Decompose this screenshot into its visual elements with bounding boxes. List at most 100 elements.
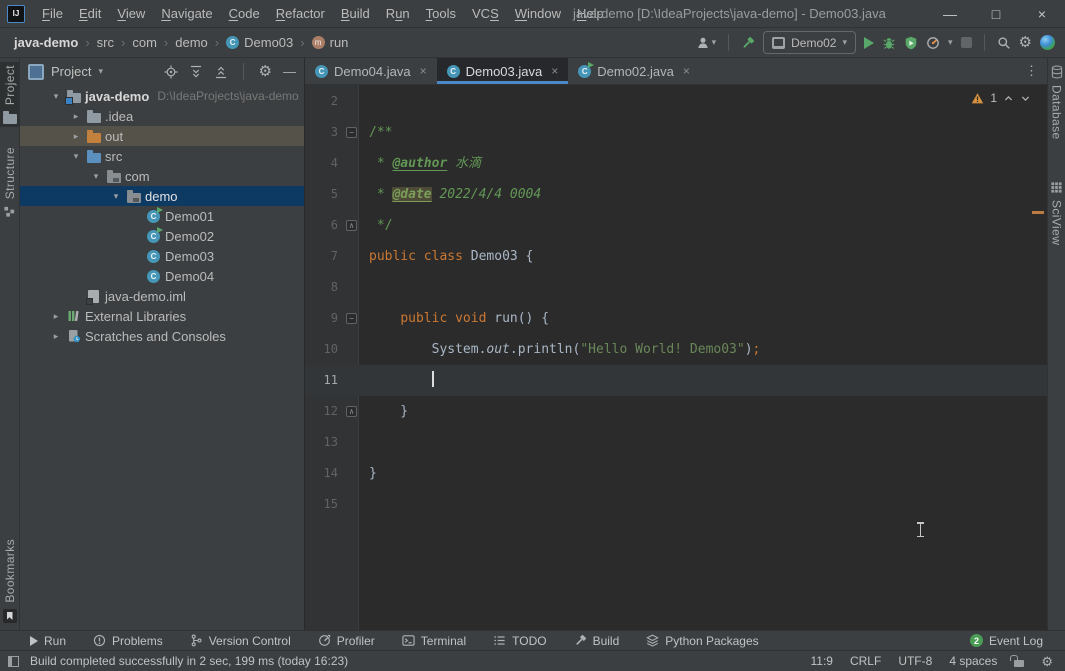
menu-code[interactable]: Code	[221, 0, 268, 27]
line-number[interactable]: 11	[305, 365, 338, 396]
settings-icon[interactable]: ⚙	[1019, 35, 1032, 50]
fold-end-icon[interactable]: ∧	[346, 220, 357, 231]
code-line-3[interactable]: 3− /**	[305, 117, 1047, 148]
tree-item-out[interactable]: ▸ out	[20, 126, 304, 146]
code-line-6[interactable]: 6 ∧ */	[305, 210, 1047, 241]
toggle-toolwindows-icon[interactable]	[8, 655, 19, 667]
updates-icon[interactable]	[1040, 35, 1055, 50]
tree-chevron-icon[interactable]: ▸	[68, 131, 84, 142]
tree-item-demo02[interactable]: C Demo02	[20, 226, 304, 246]
code-line-7[interactable]: 7 public class Demo03 {	[305, 241, 1047, 272]
line-number[interactable]: 4	[305, 148, 338, 179]
tree-chevron-icon[interactable]: ▾	[48, 91, 64, 102]
debug-icon[interactable]	[882, 36, 896, 50]
tree-chevron-icon[interactable]: ▾	[88, 171, 104, 182]
code-line-14[interactable]: 14}	[305, 458, 1047, 489]
fold-end-icon[interactable]: ∧	[346, 406, 357, 417]
code-line-9[interactable]: 9− public void run() {	[305, 303, 1047, 334]
line-number[interactable]: 3	[305, 117, 338, 148]
tree-item-demo03[interactable]: C Demo03	[20, 246, 304, 266]
expand-all-icon[interactable]	[189, 65, 203, 79]
hide-icon[interactable]: —	[283, 65, 296, 78]
menu-build[interactable]: Build	[333, 0, 378, 27]
menu-vcs[interactable]: VCS	[464, 0, 507, 27]
user-icon[interactable]: ▾	[696, 36, 716, 50]
line-number[interactable]: 5	[305, 179, 338, 210]
fold-collapse-icon[interactable]: −	[346, 313, 357, 324]
code-line-11[interactable]: 11	[305, 365, 1047, 396]
collapse-all-icon[interactable]	[214, 65, 228, 79]
tree-chevron-icon[interactable]: ▾	[68, 151, 84, 162]
breadcrumb-item-java-demo[interactable]: java-demo	[14, 35, 78, 50]
menu-window[interactable]: Window	[507, 0, 569, 27]
maximize-button[interactable]: □	[973, 0, 1019, 27]
menu-edit[interactable]: Edit	[71, 0, 109, 27]
stripe-tab-bookmarks[interactable]: Bookmarks	[0, 536, 19, 626]
tree-item-demo01[interactable]: C Demo01	[20, 206, 304, 226]
more-tabs-icon[interactable]: ⋮	[1016, 58, 1047, 84]
unlock-icon[interactable]	[1010, 655, 1025, 667]
fold-collapse-icon[interactable]: −	[346, 127, 357, 138]
caret-position[interactable]: 11:9	[811, 654, 833, 668]
tool-button-terminal[interactable]: Terminal	[402, 634, 466, 648]
tool-button-run[interactable]: Run	[30, 634, 66, 648]
close-tab-icon[interactable]: ×	[420, 64, 427, 78]
close-button[interactable]: ×	[1019, 0, 1065, 27]
code-line-12[interactable]: 12 ∧ }	[305, 396, 1047, 427]
tool-button-version-control[interactable]: Version Control	[190, 634, 291, 648]
tree-chevron-icon[interactable]: ▸	[48, 311, 64, 322]
editor-body[interactable]: 2 3−/** 4 * @author 水滴 5 * @date 2022/4/4 0…	[305, 85, 1047, 630]
line-number[interactable]: 13	[305, 427, 338, 458]
breadcrumb-item-demo03[interactable]: C Demo03	[226, 35, 293, 50]
tree-item-demo[interactable]: ▾ demo	[20, 186, 304, 206]
code-line-5[interactable]: 5 * @date 2022/4/4 0004	[305, 179, 1047, 210]
tool-button-python-packages[interactable]: Python Packages	[646, 634, 759, 648]
stripe-tab-structure[interactable]: Structure	[0, 144, 19, 221]
line-number[interactable]: 12	[305, 396, 338, 427]
tree-chevron-icon[interactable]: ▸	[48, 331, 64, 342]
code-line-15[interactable]: 15	[305, 489, 1047, 520]
stripe-tab-project[interactable]: Project	[0, 62, 19, 128]
tree-item-com[interactable]: ▾ com	[20, 166, 304, 186]
search-icon[interactable]	[997, 36, 1011, 50]
line-number[interactable]: 2	[305, 86, 338, 117]
stripe-tab-database[interactable]: Database	[1048, 62, 1065, 143]
tab-demo03-java[interactable]: C Demo03.java ×	[436, 58, 569, 84]
chevron-down-icon[interactable]: ▾	[948, 37, 953, 48]
tool-button-profiler[interactable]: Profiler	[318, 634, 375, 648]
file-encoding[interactable]: UTF-8	[898, 654, 932, 668]
tab-demo02-java[interactable]: C Demo02.java ×	[568, 58, 700, 84]
settings-icon[interactable]: ⚙	[259, 64, 272, 79]
tree-item-idea[interactable]: ▸ .idea	[20, 106, 304, 126]
run-icon[interactable]	[864, 36, 875, 49]
tree-item-java-demo[interactable]: ▾ java-demo D:\IdeaProjects\java-demo	[20, 86, 304, 106]
line-number[interactable]: 15	[305, 489, 338, 520]
breadcrumb-item-run[interactable]: m run	[311, 35, 348, 50]
close-tab-icon[interactable]: ×	[683, 64, 690, 78]
menu-navigate[interactable]: Navigate	[153, 0, 220, 27]
tree-item-external-libraries[interactable]: ▸ External Libraries	[20, 306, 304, 326]
tree-item-demo04[interactable]: C Demo04	[20, 266, 304, 286]
code-line-13[interactable]: 13	[305, 427, 1047, 458]
chevron-down-icon[interactable]: ▾	[98, 66, 103, 77]
code-line-2[interactable]: 2	[305, 86, 1047, 117]
line-number[interactable]: 9	[305, 303, 338, 334]
code-line-10[interactable]: 10 System.out.println("Hello World! Demo…	[305, 334, 1047, 365]
line-ending[interactable]: CRLF	[850, 654, 881, 668]
build-hammer-icon[interactable]	[741, 36, 755, 50]
code-line-4[interactable]: 4 * @author 水滴	[305, 148, 1047, 179]
tree-item-src[interactable]: ▾ src	[20, 146, 304, 166]
tree-item-java-demo-iml[interactable]: java-demo.iml	[20, 286, 304, 306]
inspections-widget[interactable]: 1	[971, 91, 1031, 105]
indent-setting[interactable]: 4 spaces	[949, 654, 997, 668]
tree-item-scratches-and-consoles[interactable]: ▸ Scratches and Consoles	[20, 326, 304, 346]
line-number[interactable]: 8	[305, 272, 338, 303]
menu-view[interactable]: View	[109, 0, 153, 27]
locate-icon[interactable]	[164, 65, 178, 79]
next-warning-icon[interactable]	[1020, 93, 1031, 104]
line-number[interactable]: 7	[305, 241, 338, 272]
tree-chevron-icon[interactable]: ▸	[68, 111, 84, 122]
prev-warning-icon[interactable]	[1003, 93, 1014, 104]
coverage-icon[interactable]	[904, 36, 918, 50]
menu-refactor[interactable]: Refactor	[268, 0, 333, 27]
